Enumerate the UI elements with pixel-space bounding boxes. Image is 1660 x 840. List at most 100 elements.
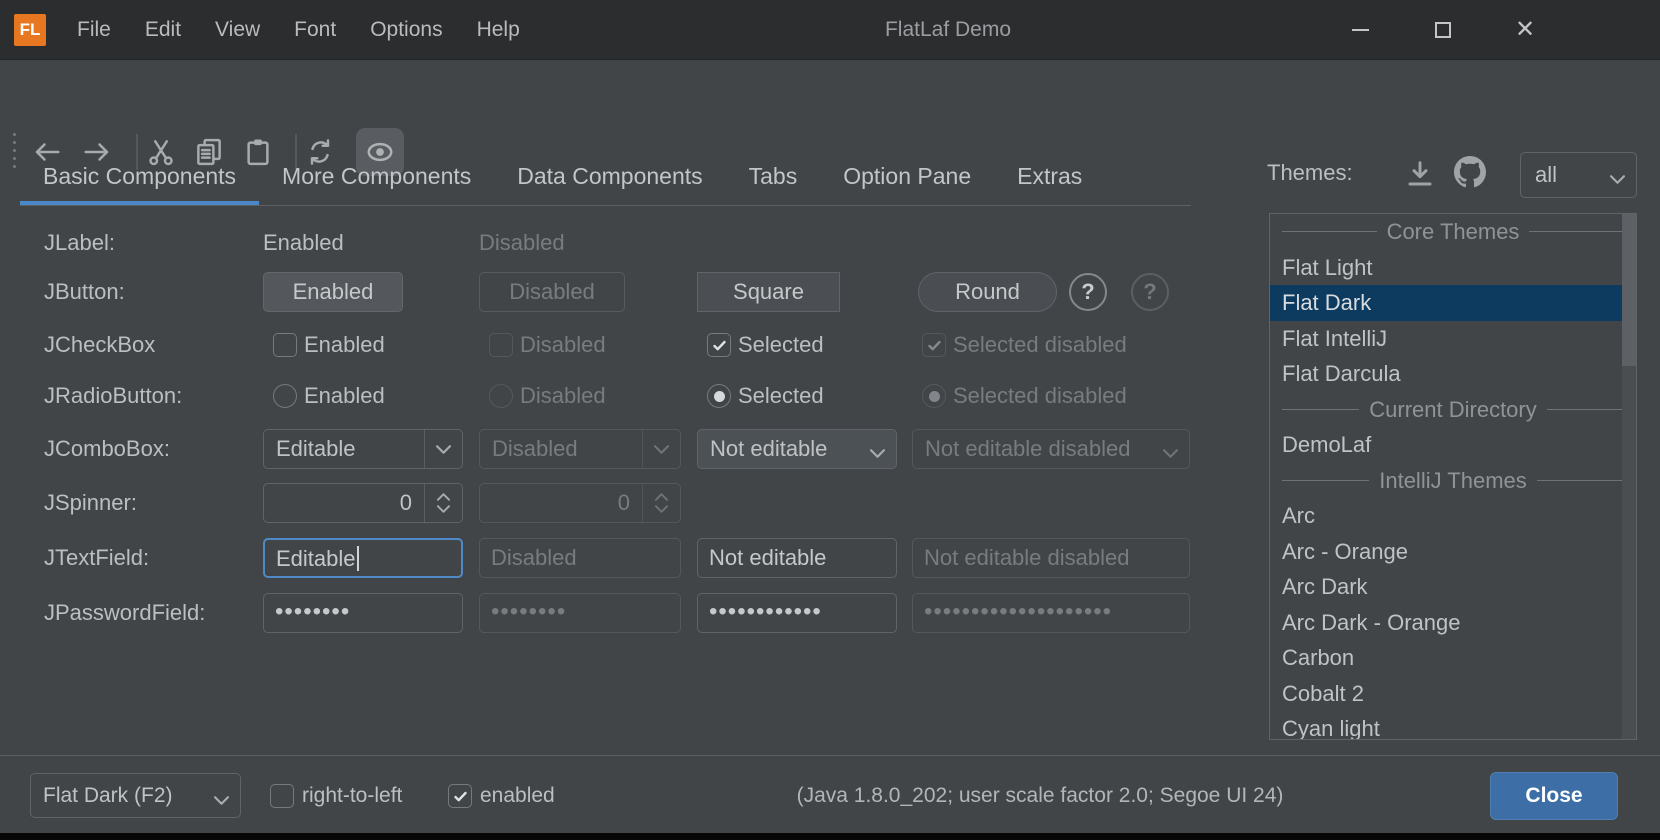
checkbox-selected[interactable] <box>707 333 731 357</box>
theme-item-flat-dark-selected[interactable]: Flat Dark <box>1270 285 1636 321</box>
tab-tabs[interactable]: Tabs <box>726 150 821 206</box>
checkbox-selected-label: Selected <box>738 333 824 357</box>
chevron-down-icon <box>214 792 229 801</box>
jspinner-row-label: JSpinner: <box>44 485 259 521</box>
menu-file[interactable]: File <box>60 0 128 60</box>
minimize-button[interactable] <box>1327 0 1393 60</box>
combobox-editable[interactable]: Editable <box>263 429 463 469</box>
tab-more-components[interactable]: More Components <box>259 150 494 206</box>
close-window-button[interactable]: ✕ <box>1492 0 1558 60</box>
component-tabs: Basic Components More Components Data Co… <box>20 150 1105 206</box>
combobox-disabled: Disabled <box>479 429 681 469</box>
radio-selected-disabled-label: Selected disabled <box>953 384 1127 408</box>
screen-bottom-edge <box>0 833 1660 840</box>
laf-selector-combobox[interactable]: Flat Dark (F2) <box>30 773 241 818</box>
tab-basic-components[interactable]: Basic Components <box>20 150 259 206</box>
maximize-icon <box>1435 22 1451 38</box>
textfield-not-editable[interactable]: Not editable <box>697 538 897 578</box>
close-button[interactable]: Close <box>1490 772 1618 820</box>
right-to-left-checkbox[interactable] <box>270 784 294 808</box>
radio-selected[interactable] <box>707 384 731 408</box>
chevron-down-icon <box>654 445 669 454</box>
radio-disabled <box>489 384 513 408</box>
chevron-up-icon <box>437 493 450 501</box>
theme-item-cyan-light[interactable]: Cyan light <box>1270 711 1636 740</box>
tab-extras[interactable]: Extras <box>994 150 1105 206</box>
download-icon <box>1404 158 1436 190</box>
theme-item-arc-dark-orange[interactable]: Arc Dark - Orange <box>1270 605 1636 641</box>
checkbox-enabled[interactable] <box>273 333 297 357</box>
square-button[interactable]: Square <box>697 272 840 312</box>
combobox-not-editable[interactable]: Not editable <box>697 429 897 469</box>
passwordfield-not-editable[interactable]: •••••••••••• <box>697 593 897 633</box>
theme-item-flat-light[interactable]: Flat Light <box>1270 250 1636 286</box>
status-info-text: (Java 1.8.0_202; user scale factor 2.0; … <box>420 773 1660 818</box>
jtextfield-row-label: JTextField: <box>44 540 259 576</box>
passwordfield-not-editable-disabled: •••••••••••••••••••• <box>912 593 1190 633</box>
theme-item-arc-orange[interactable]: Arc - Orange <box>1270 534 1636 570</box>
checkmark-icon <box>712 339 727 352</box>
textfield-not-editable-disabled: Not editable disabled <box>912 538 1190 578</box>
jcheckbox-row-label: JCheckBox <box>44 327 259 363</box>
radio-enabled[interactable] <box>273 384 297 408</box>
statusbar-separator <box>0 755 1660 756</box>
theme-item-carbon[interactable]: Carbon <box>1270 640 1636 676</box>
chevron-down-icon <box>655 505 668 513</box>
chevron-down-icon <box>1610 171 1625 180</box>
tab-option-pane[interactable]: Option Pane <box>820 150 994 206</box>
theme-item-flat-intellij[interactable]: Flat IntelliJ <box>1270 321 1636 357</box>
checkbox-disabled <box>489 333 513 357</box>
minimize-icon <box>1352 29 1369 31</box>
themes-scrollbar-thumb[interactable] <box>1622 214 1636 366</box>
tab-data-components[interactable]: Data Components <box>494 150 725 206</box>
checkmark-icon <box>927 339 942 352</box>
checkbox-selected-disabled <box>922 333 946 357</box>
checkbox-disabled-label: Disabled <box>520 333 606 357</box>
combobox-not-editable-disabled: Not editable disabled <box>912 429 1190 469</box>
chevron-down-icon <box>436 445 451 454</box>
titlebar: FL File Edit View Font Options Help Flat… <box>0 0 1660 60</box>
maximize-button[interactable] <box>1410 0 1476 60</box>
theme-item-flat-darcula[interactable]: Flat Darcula <box>1270 356 1636 392</box>
spinner-enabled[interactable]: 0 <box>263 483 463 523</box>
round-button[interactable]: Round <box>918 272 1057 312</box>
chevron-up-icon <box>655 493 668 501</box>
spinner-arrows[interactable] <box>424 484 462 522</box>
theme-item-arc-dark[interactable]: Arc Dark <box>1270 569 1636 605</box>
passwordfield-editable[interactable]: •••••••• <box>263 593 463 633</box>
textfield-disabled: Disabled <box>479 538 681 578</box>
jlabel-disabled: Disabled <box>479 225 565 261</box>
app-logo-icon: FL <box>14 14 46 46</box>
themes-separator: Current Directory <box>1270 392 1636 428</box>
jpasswordfield-row-label: JPasswordField: <box>44 595 259 631</box>
jradiobutton-row-label: JRadioButton: <box>44 378 259 414</box>
themes-label: Themes: <box>1267 150 1353 196</box>
theme-filter-combobox[interactable]: all <box>1520 152 1637 198</box>
jcombobox-row-label: JComboBox: <box>44 431 259 467</box>
text-caret <box>357 546 359 571</box>
combo-arrow-section[interactable] <box>424 430 462 468</box>
spinner-disabled: 0 <box>479 483 681 523</box>
help-button[interactable]: ? <box>1069 273 1107 311</box>
theme-item-demolaf[interactable]: DemoLaf <box>1270 427 1636 463</box>
radio-selected-label: Selected <box>738 384 824 408</box>
radio-enabled-label: Enabled <box>304 384 385 408</box>
github-icon <box>1454 156 1486 188</box>
textfield-editable[interactable]: Editable <box>263 538 463 578</box>
right-to-left-label: right-to-left <box>302 784 402 808</box>
help-button-disabled: ? <box>1131 273 1169 311</box>
toolbar <box>0 61 1660 123</box>
checkbox-selected-disabled-label: Selected disabled <box>953 333 1127 357</box>
theme-item-arc[interactable]: Arc <box>1270 498 1636 534</box>
theme-item-cobalt-2[interactable]: Cobalt 2 <box>1270 676 1636 712</box>
theme-filter-value: all <box>1535 153 1557 197</box>
download-themes-button[interactable] <box>1404 158 1436 190</box>
radio-selected-disabled <box>922 384 946 408</box>
jbutton-row-label: JButton: <box>44 274 259 310</box>
menu-edit[interactable]: Edit <box>128 0 198 60</box>
github-link-button[interactable] <box>1454 156 1490 192</box>
themes-list: Core Themes Flat Light Flat Dark Flat In… <box>1269 213 1637 740</box>
toolbar-grip-handle[interactable] <box>13 133 16 168</box>
themes-scrollbar[interactable] <box>1622 214 1636 739</box>
enabled-button[interactable]: Enabled <box>263 272 403 312</box>
